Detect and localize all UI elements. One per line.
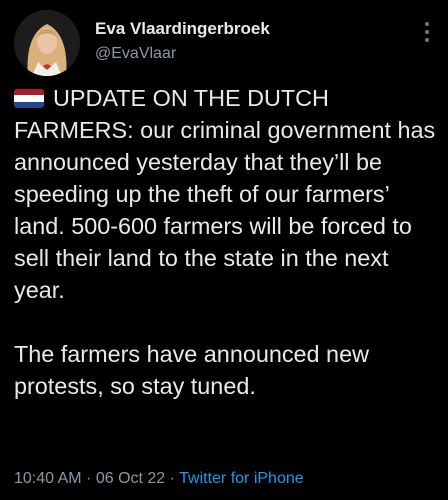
tweet-text: UPDATE ON THE DUTCH FARMERS: our crimina… <box>14 82 442 402</box>
author-handle[interactable]: @EvaVlaar <box>95 45 176 63</box>
tweet-source-link[interactable]: Twitter for iPhone <box>179 470 304 487</box>
tweet-card: Eva Vlaardingerbroek @EvaVlaar UPDATE ON… <box>0 0 448 500</box>
meta-separator: · <box>165 470 180 487</box>
profile-photo <box>14 10 80 76</box>
avatar[interactable] <box>14 10 80 76</box>
netherlands-flag-icon <box>14 89 44 108</box>
tweet-paragraph-1-text: UPDATE ON THE DUTCH FARMERS: our crimina… <box>14 85 436 303</box>
meta-separator: · <box>81 470 96 487</box>
tweet-date[interactable]: 06 Oct 22 <box>96 470 165 487</box>
tweet-time[interactable]: 10:40 AM <box>14 470 82 487</box>
tweet-paragraph-2: The farmers have announced new protests,… <box>14 341 369 399</box>
tweet-paragraph-1: UPDATE ON THE DUTCH FARMERS: our crimina… <box>14 82 442 306</box>
more-options-icon[interactable] <box>424 22 430 42</box>
author-display-name[interactable]: Eva Vlaardingerbroek <box>95 19 270 39</box>
tweet-metadata: 10:40 AM · 06 Oct 22 · Twitter for iPhon… <box>14 470 304 488</box>
